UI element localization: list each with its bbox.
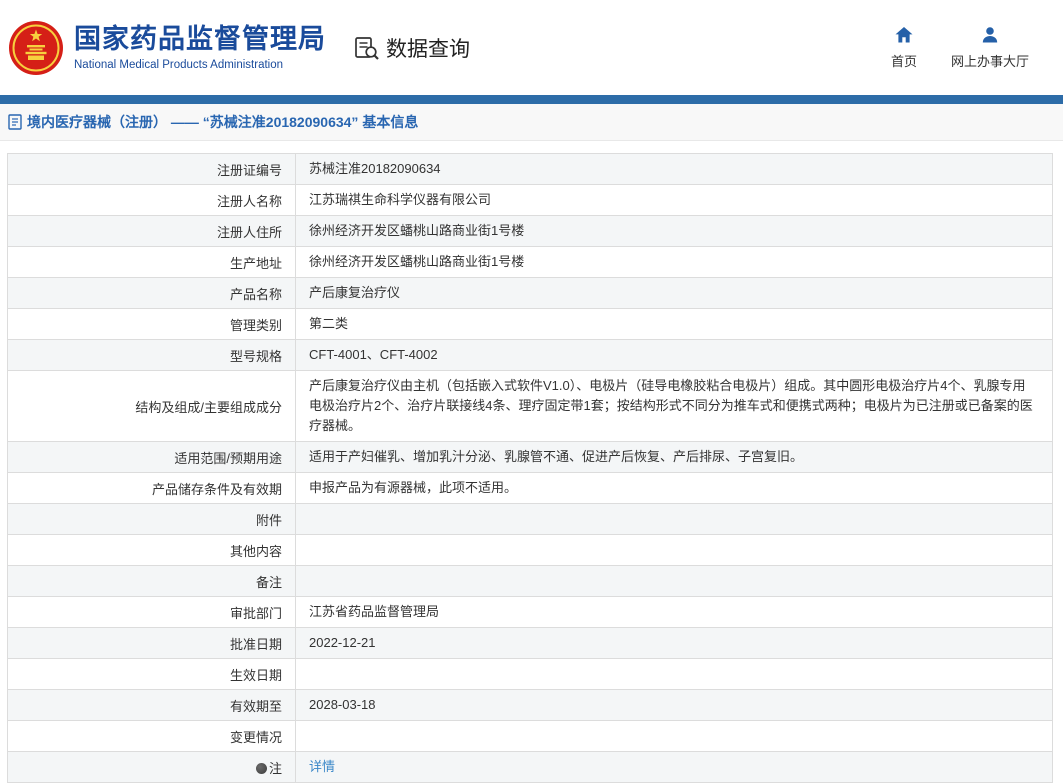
row-label: 附件 <box>8 504 296 535</box>
row-label: 备注 <box>8 566 296 597</box>
site-header: 国家药品监督管理局 National Medical Products Admi… <box>0 0 1063 95</box>
registration-info-table: 注册证编号苏械注准20182090634注册人名称江苏瑞祺生命科学仪器有限公司注… <box>7 153 1053 783</box>
row-label: 注册证编号 <box>8 154 296 185</box>
row-value <box>296 721 1053 752</box>
table-row: 注详情 <box>8 752 1053 783</box>
service-hall-label: 网上办事大厅 <box>951 51 1029 70</box>
table-row: 注册证编号苏械注准20182090634 <box>8 154 1053 185</box>
row-value: 产后康复治疗仪 <box>296 278 1053 309</box>
table-row: 生效日期 <box>8 659 1053 690</box>
table-row: 批准日期2022-12-21 <box>8 628 1053 659</box>
row-label: 管理类别 <box>8 309 296 340</box>
note-dot-icon <box>256 763 267 774</box>
row-value: CFT-4001、CFT-4002 <box>296 340 1053 371</box>
row-label: 注册人住所 <box>8 216 296 247</box>
row-value: 江苏瑞祺生命科学仪器有限公司 <box>296 185 1053 216</box>
row-label: 有效期至 <box>8 690 296 721</box>
row-label: 生产地址 <box>8 247 296 278</box>
table-row: 管理类别第二类 <box>8 309 1053 340</box>
row-label: 结构及组成/主要组成成分 <box>8 371 296 442</box>
nmpa-logo[interactable]: 国家药品监督管理局 National Medical Products Admi… <box>8 20 326 76</box>
table-row: 产品名称产后康复治疗仪 <box>8 278 1053 309</box>
nav-home[interactable]: 首页 <box>891 25 917 70</box>
row-label: 批准日期 <box>8 628 296 659</box>
row-label: 生效日期 <box>8 659 296 690</box>
row-label: 变更情况 <box>8 721 296 752</box>
table-row: 产品储存条件及有效期申报产品为有源器械，此项不适用。 <box>8 473 1053 504</box>
table-wrap: 注册证编号苏械注准20182090634注册人名称江苏瑞祺生命科学仪器有限公司注… <box>7 153 1053 783</box>
table-row: 注册人住所徐州经济开发区蟠桃山路商业街1号楼 <box>8 216 1053 247</box>
org-name-en: National Medical Products Administration <box>74 59 326 71</box>
row-value: 江苏省药品监督管理局 <box>296 597 1053 628</box>
row-label: 型号规格 <box>8 340 296 371</box>
table-row: 变更情况 <box>8 721 1053 752</box>
row-value <box>296 566 1053 597</box>
breadcrumb-label: 境内医疗器械（注册） —— “苏械注准20182090634” 基本信息 <box>27 112 418 132</box>
logo-text: 国家药品监督管理局 National Medical Products Admi… <box>74 24 326 70</box>
row-value <box>296 659 1053 690</box>
row-label: 注 <box>8 752 296 783</box>
nav-data-query[interactable]: 数据查询 <box>354 33 470 63</box>
row-label: 审批部门 <box>8 597 296 628</box>
header-divider-bar <box>0 95 1063 104</box>
table-row: 生产地址徐州经济开发区蟠桃山路商业街1号楼 <box>8 247 1053 278</box>
document-icon <box>8 114 22 130</box>
table-row: 注册人名称江苏瑞祺生命科学仪器有限公司 <box>8 185 1053 216</box>
data-query-icon <box>354 35 380 61</box>
row-value: 适用于产妇催乳、增加乳汁分泌、乳腺管不通、促进产后恢复、产后排尿、子宫复旧。 <box>296 442 1053 473</box>
data-query-label: 数据查询 <box>386 33 470 63</box>
row-value <box>296 504 1053 535</box>
table-row: 适用范围/预期用途适用于产妇催乳、增加乳汁分泌、乳腺管不通、促进产后恢复、产后排… <box>8 442 1053 473</box>
row-label: 注册人名称 <box>8 185 296 216</box>
row-value: 苏械注准20182090634 <box>296 154 1053 185</box>
table-row: 附件 <box>8 504 1053 535</box>
row-value: 徐州经济开发区蟠桃山路商业街1号楼 <box>296 216 1053 247</box>
header-nav: 首页 网上办事大厅 <box>891 25 1043 70</box>
user-icon <box>980 25 1000 45</box>
row-value <box>296 535 1053 566</box>
row-label: 其他内容 <box>8 535 296 566</box>
row-value: 第二类 <box>296 309 1053 340</box>
row-value: 2022-12-21 <box>296 628 1053 659</box>
table-row: 型号规格CFT-4001、CFT-4002 <box>8 340 1053 371</box>
table-row: 审批部门江苏省药品监督管理局 <box>8 597 1053 628</box>
table-row: 结构及组成/主要组成成分产后康复治疗仪由主机（包括嵌入式软件V1.0）、电极片（… <box>8 371 1053 442</box>
row-label: 产品储存条件及有效期 <box>8 473 296 504</box>
table-row: 其他内容 <box>8 535 1053 566</box>
detail-link[interactable]: 详情 <box>309 759 335 774</box>
row-value: 徐州经济开发区蟠桃山路商业街1号楼 <box>296 247 1053 278</box>
home-icon <box>894 25 914 45</box>
home-label: 首页 <box>891 51 917 70</box>
table-row: 有效期至2028-03-18 <box>8 690 1053 721</box>
nav-service-hall[interactable]: 网上办事大厅 <box>951 25 1029 70</box>
row-value: 详情 <box>296 752 1053 783</box>
row-value: 产后康复治疗仪由主机（包括嵌入式软件V1.0）、电极片（硅导电橡胶粘合电极片）组… <box>296 371 1053 442</box>
row-label: 产品名称 <box>8 278 296 309</box>
national-emblem-icon <box>8 20 64 76</box>
org-name-cn: 国家药品监督管理局 <box>74 24 326 55</box>
row-value: 2028-03-18 <box>296 690 1053 721</box>
breadcrumb: 境内医疗器械（注册） —— “苏械注准20182090634” 基本信息 <box>0 104 1063 141</box>
row-value: 申报产品为有源器械，此项不适用。 <box>296 473 1053 504</box>
page: 国家药品监督管理局 National Medical Products Admi… <box>0 0 1063 784</box>
row-label: 适用范围/预期用途 <box>8 442 296 473</box>
table-row: 备注 <box>8 566 1053 597</box>
